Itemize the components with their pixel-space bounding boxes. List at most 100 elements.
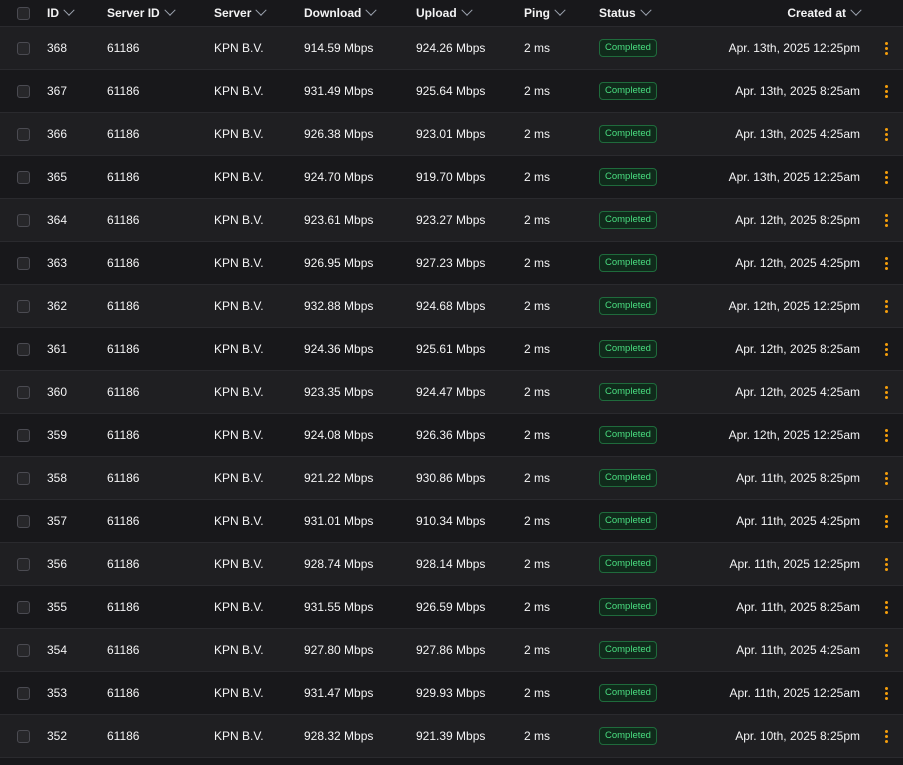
table-row[interactable]: 352 61186 KPN B.V. 928.32 Mbps 921.39 Mbps 2 … (0, 715, 903, 758)
table-row[interactable]: 357 61186 KPN B.V. 931.01 Mbps 910.34 Mbps 2 … (0, 500, 903, 543)
column-header-id[interactable]: ID (47, 0, 75, 26)
table-row[interactable]: 358 61186 KPN B.V. 921.22 Mbps 930.86 Mbps 2 … (0, 457, 903, 500)
kebab-menu-icon[interactable] (884, 600, 888, 614)
row-checkbox-cell[interactable] (17, 242, 31, 284)
row-checkbox[interactable] (17, 256, 30, 270)
row-actions-button[interactable] (880, 242, 892, 284)
cell-server: KPN B.V. (214, 600, 264, 614)
row-actions-button[interactable] (880, 70, 892, 112)
row-checkbox[interactable] (17, 428, 30, 442)
row-checkbox[interactable] (17, 170, 30, 184)
row-checkbox[interactable] (17, 213, 30, 227)
column-header-upload[interactable]: Upload (416, 0, 473, 26)
kebab-menu-icon[interactable] (884, 256, 888, 270)
kebab-menu-icon[interactable] (884, 41, 888, 55)
table-row[interactable]: 368 61186 KPN B.V. 914.59 Mbps 924.26 Mbps 2 … (0, 27, 903, 70)
kebab-menu-icon[interactable] (884, 84, 888, 98)
cell-server: KPN B.V. (214, 41, 264, 55)
table-row[interactable]: 365 61186 KPN B.V. 924.70 Mbps 919.70 Mbps 2 … (0, 156, 903, 199)
row-actions-button[interactable] (880, 371, 892, 413)
row-checkbox-cell[interactable] (17, 285, 31, 327)
row-actions-button[interactable] (880, 285, 892, 327)
column-header-status[interactable]: Status (599, 0, 652, 26)
table-row[interactable]: 361 61186 KPN B.V. 924.36 Mbps 925.61 Mbps 2 … (0, 328, 903, 371)
table-row[interactable]: 359 61186 KPN B.V. 924.08 Mbps 926.36 Mbps 2 … (0, 414, 903, 457)
kebab-menu-icon[interactable] (884, 471, 888, 485)
kebab-menu-icon[interactable] (884, 299, 888, 313)
row-checkbox-cell[interactable] (17, 199, 31, 241)
row-actions-button[interactable] (880, 672, 892, 714)
kebab-menu-icon[interactable] (884, 342, 888, 356)
table-row[interactable]: 354 61186 KPN B.V. 927.80 Mbps 927.86 Mbps 2 … (0, 629, 903, 672)
row-checkbox[interactable] (17, 643, 30, 657)
kebab-menu-icon[interactable] (884, 127, 888, 141)
row-checkbox-cell[interactable] (17, 543, 31, 585)
row-actions-button[interactable] (880, 629, 892, 671)
table-row[interactable]: 355 61186 KPN B.V. 931.55 Mbps 926.59 Mbps 2 … (0, 586, 903, 629)
table-row[interactable]: 364 61186 KPN B.V. 923.61 Mbps 923.27 Mbps 2 … (0, 199, 903, 242)
table-row[interactable]: 353 61186 KPN B.V. 931.47 Mbps 929.93 Mbps 2 … (0, 672, 903, 715)
kebab-menu-icon[interactable] (884, 170, 888, 184)
row-actions-button[interactable] (880, 27, 892, 69)
column-header-download[interactable]: Download (304, 0, 377, 26)
row-checkbox-cell[interactable] (17, 27, 31, 69)
row-actions-button[interactable] (880, 156, 892, 198)
table-row[interactable]: 363 61186 KPN B.V. 926.95 Mbps 927.23 Mbps 2 … (0, 242, 903, 285)
table-row[interactable]: 367 61186 KPN B.V. 931.49 Mbps 925.64 Mbps 2 … (0, 70, 903, 113)
row-checkbox-cell[interactable] (17, 457, 31, 499)
row-checkbox[interactable] (17, 471, 30, 485)
row-actions-button[interactable] (880, 414, 892, 456)
table-row[interactable]: 360 61186 KPN B.V. 923.35 Mbps 924.47 Mbps 2 … (0, 371, 903, 414)
kebab-menu-icon[interactable] (884, 385, 888, 399)
row-checkbox[interactable] (17, 127, 30, 141)
status-badge: Completed (599, 727, 657, 745)
row-actions-button[interactable] (880, 457, 892, 499)
select-all-checkbox[interactable] (17, 6, 30, 20)
row-checkbox[interactable] (17, 729, 30, 743)
row-checkbox-cell[interactable] (17, 70, 31, 112)
table-row[interactable]: 362 61186 KPN B.V. 932.88 Mbps 924.68 Mbps 2 … (0, 285, 903, 328)
row-checkbox-cell[interactable] (17, 371, 31, 413)
row-actions-button[interactable] (880, 715, 892, 757)
select-all-checkbox-cell[interactable] (17, 0, 31, 26)
row-checkbox[interactable] (17, 514, 30, 528)
kebab-menu-icon[interactable] (884, 213, 888, 227)
kebab-menu-icon[interactable] (884, 557, 888, 571)
row-actions-button[interactable] (880, 328, 892, 370)
table-row[interactable]: 356 61186 KPN B.V. 928.74 Mbps 928.14 Mbps 2 … (0, 543, 903, 586)
row-checkbox-cell[interactable] (17, 672, 31, 714)
row-checkbox[interactable] (17, 557, 30, 571)
row-checkbox[interactable] (17, 84, 30, 98)
row-checkbox[interactable] (17, 686, 30, 700)
row-actions-button[interactable] (880, 500, 892, 542)
row-checkbox-cell[interactable] (17, 586, 31, 628)
row-actions-button[interactable] (880, 199, 892, 241)
row-checkbox-cell[interactable] (17, 156, 31, 198)
kebab-menu-icon[interactable] (884, 514, 888, 528)
cell-server: KPN B.V. (214, 514, 264, 528)
row-checkbox[interactable] (17, 41, 30, 55)
column-header-server-id[interactable]: Server ID (107, 0, 176, 26)
row-actions-button[interactable] (880, 113, 892, 155)
row-checkbox-cell[interactable] (17, 414, 31, 456)
row-checkbox-cell[interactable] (17, 328, 31, 370)
row-checkbox-cell[interactable] (17, 500, 31, 542)
column-header-created-at[interactable]: Created at (787, 0, 862, 26)
kebab-menu-icon[interactable] (884, 686, 888, 700)
row-checkbox-cell[interactable] (17, 629, 31, 671)
kebab-menu-icon[interactable] (884, 729, 888, 743)
row-checkbox[interactable] (17, 342, 30, 356)
column-header-ping[interactable]: Ping (524, 0, 566, 26)
kebab-menu-icon[interactable] (884, 643, 888, 657)
row-checkbox[interactable] (17, 600, 30, 614)
table-row[interactable]: 366 61186 KPN B.V. 926.38 Mbps 923.01 Mbps 2 … (0, 113, 903, 156)
row-actions-button[interactable] (880, 543, 892, 585)
row-checkbox[interactable] (17, 385, 30, 399)
row-checkbox-cell[interactable] (17, 715, 31, 757)
row-actions-button[interactable] (880, 586, 892, 628)
row-checkbox[interactable] (17, 299, 30, 313)
row-checkbox-cell[interactable] (17, 113, 31, 155)
kebab-menu-icon[interactable] (884, 428, 888, 442)
cell-ping: 2 ms (524, 84, 551, 98)
column-header-server[interactable]: Server (214, 0, 268, 26)
